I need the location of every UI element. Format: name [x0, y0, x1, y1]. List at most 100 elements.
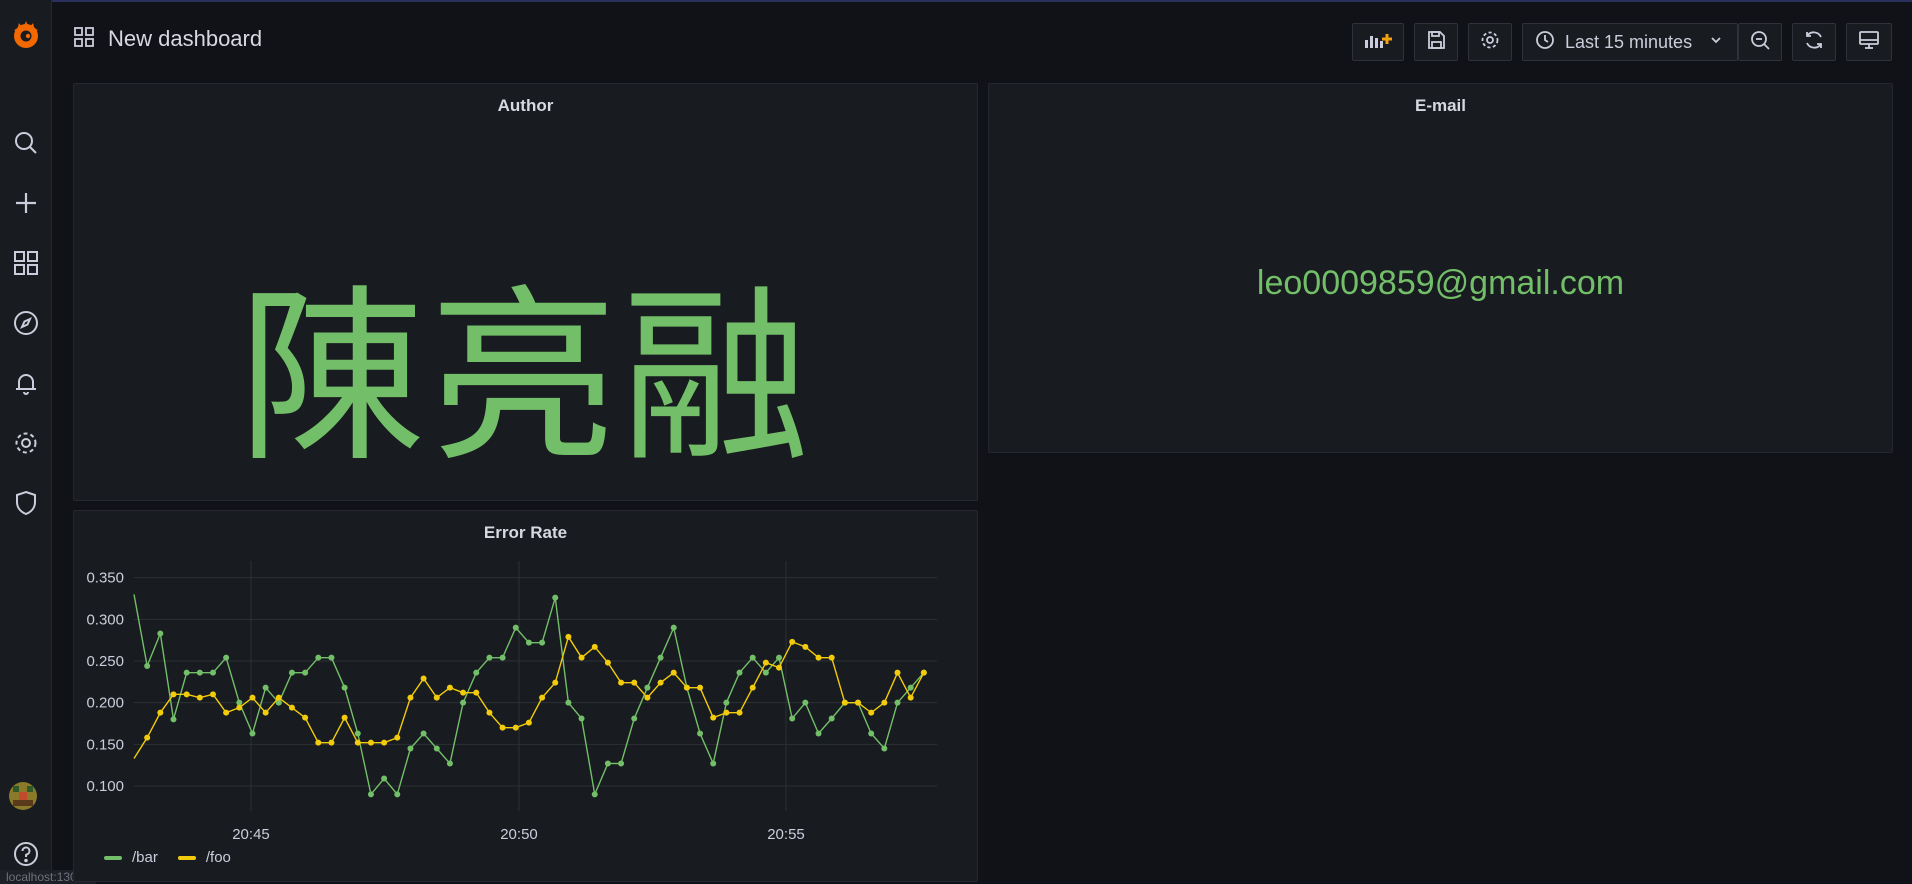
page-title[interactable]: New dashboard	[108, 26, 262, 52]
data-point	[644, 694, 651, 701]
zoom-out-button[interactable]	[1738, 23, 1782, 61]
data-point	[697, 730, 704, 737]
data-point	[354, 739, 361, 746]
data-point	[407, 745, 414, 752]
legend-label: /bar	[132, 849, 158, 866]
error-rate-panel[interactable]: Error Rate 0.350 0.300 0.250 0.200 0.150 0.10…	[73, 510, 978, 882]
data-point	[815, 730, 822, 737]
data-point	[670, 669, 677, 676]
data-point	[618, 760, 625, 767]
data-point	[657, 679, 664, 686]
data-point	[341, 684, 348, 691]
top-navbar: New dashboard Last 15 minutes	[52, 0, 1912, 80]
data-point	[183, 691, 190, 698]
data-point	[381, 775, 388, 782]
data-point	[591, 791, 598, 798]
data-point	[354, 730, 361, 737]
x-tick-label: 20:55	[767, 826, 805, 843]
data-point	[525, 639, 532, 646]
data-point	[539, 639, 546, 646]
data-point	[683, 684, 690, 691]
add-panel-button[interactable]	[1352, 23, 1404, 61]
y-tick-label: 0.250	[86, 653, 124, 670]
panel-title[interactable]: Author	[74, 96, 977, 116]
stat-value: leo0009859@gmail.com	[1256, 264, 1625, 302]
plus-icon[interactable]	[10, 187, 42, 219]
data-point	[315, 654, 322, 661]
data-point	[420, 730, 427, 737]
data-point	[670, 624, 677, 631]
data-point	[894, 669, 901, 676]
data-point	[183, 669, 190, 676]
data-point	[486, 709, 493, 716]
time-range-picker[interactable]: Last 15 minutes	[1522, 23, 1738, 61]
refresh-icon	[1803, 29, 1825, 56]
data-point	[302, 714, 309, 721]
help-icon[interactable]	[10, 838, 42, 870]
data-point	[367, 739, 374, 746]
explore-icon[interactable]	[10, 307, 42, 339]
gear-icon	[1480, 30, 1500, 55]
data-point	[525, 719, 532, 726]
data-point	[460, 699, 467, 706]
data-point	[657, 654, 664, 661]
tv-mode-button[interactable]	[1846, 23, 1892, 61]
legend-item[interactable]: /bar	[104, 849, 158, 866]
author-panel[interactable]: Author 陳亮融	[73, 83, 978, 501]
data-point	[144, 663, 151, 669]
data-point	[631, 679, 638, 686]
legend-label: /foo	[205, 849, 231, 866]
data-point	[223, 654, 230, 661]
data-point	[881, 745, 888, 752]
data-point	[604, 760, 611, 767]
alerting-icon[interactable]	[10, 367, 42, 399]
data-point	[249, 694, 256, 701]
data-point	[736, 669, 743, 676]
error-rate-chart[interactable]: 0.350 0.300 0.250 0.200 0.150 0.100 20:45 20:50…	[74, 511, 979, 883]
data-point	[789, 638, 796, 645]
data-point	[367, 791, 374, 798]
data-point	[486, 654, 493, 661]
data-point	[578, 654, 585, 661]
data-point	[855, 699, 862, 706]
data-point	[552, 679, 559, 686]
data-point	[196, 694, 203, 701]
shield-icon[interactable]	[10, 487, 42, 519]
search-icon[interactable]	[10, 127, 42, 159]
data-point	[802, 699, 809, 706]
email-panel[interactable]: E-mail leo0009859@gmail.com	[988, 83, 1893, 453]
data-point	[460, 689, 467, 696]
data-point	[828, 715, 835, 722]
data-point	[762, 659, 769, 666]
data-point	[381, 739, 388, 746]
data-point	[868, 709, 875, 716]
add-panel-icon	[1363, 30, 1393, 55]
legend-item[interactable]: /foo	[177, 849, 231, 866]
dashboards-icon[interactable]	[10, 247, 42, 279]
refresh-button[interactable]	[1792, 23, 1836, 61]
dashboard-settings-button[interactable]	[1468, 23, 1512, 61]
data-point	[565, 699, 572, 706]
data-point	[828, 654, 835, 661]
breadcrumb: New dashboard	[74, 26, 262, 52]
data-point	[499, 724, 506, 731]
data-point	[170, 716, 177, 723]
legend-swatch	[177, 855, 196, 860]
zoom-out-icon	[1750, 30, 1770, 55]
save-dashboard-button[interactable]	[1414, 23, 1458, 61]
data-point	[302, 669, 309, 676]
data-point	[157, 630, 164, 637]
data-point	[710, 760, 717, 767]
data-point	[209, 691, 216, 698]
data-point	[578, 715, 585, 722]
avatar[interactable]	[9, 782, 37, 810]
data-point	[881, 699, 888, 706]
panel-title[interactable]: E-mail	[989, 96, 1892, 116]
gear-icon[interactable]	[10, 427, 42, 459]
y-tick-label: 0.100	[86, 778, 124, 795]
data-point	[552, 594, 559, 601]
data-point	[907, 684, 914, 691]
data-point	[288, 704, 295, 711]
data-point	[328, 739, 335, 746]
grafana-logo-icon[interactable]	[0, 0, 52, 70]
